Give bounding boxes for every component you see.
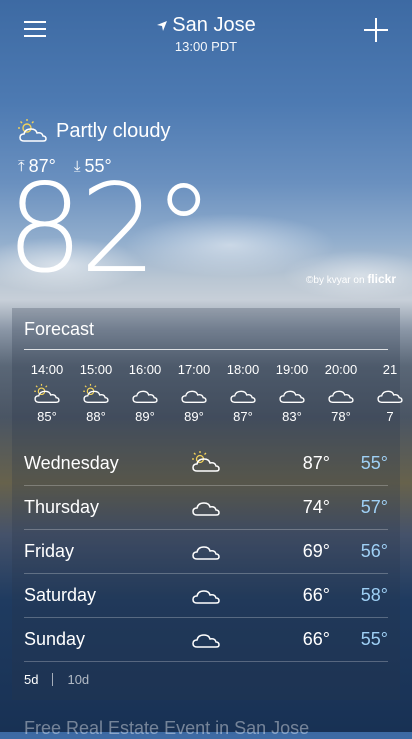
day-name: Wednesday <box>24 453 119 473</box>
day-high: 66° <box>302 585 330 605</box>
hourly-item: 21 7 <box>365 362 412 424</box>
cloud-icon <box>192 502 220 516</box>
city-name: San Jose <box>172 14 256 36</box>
partly-cloudy-icon <box>18 119 47 142</box>
hourly-forecast[interactable]: 14:00 85° 15:00 88° 16:00 89° 17:00 89° 18:00 87°… <box>0 362 412 432</box>
daily-row: Sunday 66° 55° <box>24 618 388 662</box>
hour-temp: 88° <box>86 409 106 424</box>
cloud-icon <box>192 634 220 648</box>
cloud-icon <box>132 390 158 403</box>
hour-label: 19:00 <box>275 362 309 377</box>
forecast-divider <box>24 349 388 350</box>
day-high: 69° <box>302 541 330 561</box>
hour-temp: 89° <box>184 409 204 424</box>
day-low: 57° <box>360 497 388 517</box>
add-location-icon[interactable] <box>364 18 388 42</box>
cloud-icon <box>230 390 256 403</box>
hour-temp: 87° <box>233 409 253 424</box>
hour-temp: 7 <box>386 409 394 424</box>
hourly-item: 15:00 88° <box>71 362 121 424</box>
local-time: 13:00 PDT <box>174 39 238 54</box>
current-temperature: 82° <box>6 158 214 300</box>
cloud-icon <box>192 546 220 560</box>
promo-banner[interactable]: Free Real Estate Event in San Jose <box>24 718 309 739</box>
daily-row: Friday 69° 56° <box>24 530 388 574</box>
forecast-title: Forecast <box>24 319 95 339</box>
location-header: San Jose 13:00 PDT <box>0 14 412 54</box>
day-name: Friday <box>24 541 75 561</box>
daily-row: Saturday 66° 58° <box>24 574 388 618</box>
hourly-item: 19:00 83° <box>267 362 317 424</box>
flickr-logo: flickr <box>367 272 396 286</box>
hour-temp: 89° <box>135 409 155 424</box>
cloud-icon <box>181 390 207 403</box>
day-low: 55° <box>360 629 388 649</box>
hourly-item: 20:00 78° <box>316 362 366 424</box>
day-low: 55° <box>360 453 388 473</box>
current-condition: Partly cloudy <box>16 118 171 144</box>
day-name: Thursday <box>24 497 100 517</box>
hourly-item: 16:00 89° <box>120 362 170 424</box>
hour-temp: 83° <box>282 409 302 424</box>
range-divider <box>52 673 54 686</box>
hour-label: 17:00 <box>177 362 211 377</box>
partly-cloudy-icon <box>83 383 109 403</box>
top-bar: San Jose 13:00 PDT <box>0 0 412 60</box>
day-low: 56° <box>360 541 388 561</box>
condition-text: Partly cloudy <box>56 119 171 142</box>
hour-label: 15:00 <box>79 362 113 377</box>
hour-label: 20:00 <box>324 362 358 377</box>
day-low: 58° <box>360 585 388 605</box>
cloud-icon <box>377 390 403 403</box>
cloud-icon <box>328 390 354 403</box>
day-high: 74° <box>302 497 330 517</box>
photo-credit[interactable]: ©by kvyar on flickr <box>306 272 396 286</box>
day-high: 66° <box>302 629 330 649</box>
day-name: Saturday <box>24 585 97 605</box>
range-5d-tab[interactable]: 5d <box>24 672 38 687</box>
range-selector: 5d 10d <box>24 672 89 687</box>
daily-forecast: Wednesday 87° 55° Thursday 74° 57° Friday 69° 56… <box>24 442 388 662</box>
cloud-icon <box>192 590 220 604</box>
hourly-item: 18:00 87° <box>218 362 268 424</box>
day-high: 87° <box>302 453 330 473</box>
hour-label: 21 <box>382 362 398 377</box>
hourly-item: 14:00 85° <box>22 362 72 424</box>
partly-cloudy-icon <box>192 451 220 472</box>
hourly-item: 17:00 89° <box>169 362 219 424</box>
hour-temp: 78° <box>331 409 351 424</box>
range-10d-tab[interactable]: 10d <box>67 672 89 687</box>
hour-temp: 85° <box>37 409 57 424</box>
daily-row: Wednesday 87° 55° <box>24 442 388 486</box>
partly-cloudy-icon <box>34 383 60 403</box>
cloud-icon <box>279 390 305 403</box>
hour-label: 18:00 <box>226 362 260 377</box>
hour-label: 14:00 <box>30 362 64 377</box>
location-arrow-icon <box>157 20 168 31</box>
day-name: Sunday <box>24 629 86 649</box>
hour-label: 16:00 <box>128 362 162 377</box>
daily-row: Thursday 74° 57° <box>24 486 388 530</box>
